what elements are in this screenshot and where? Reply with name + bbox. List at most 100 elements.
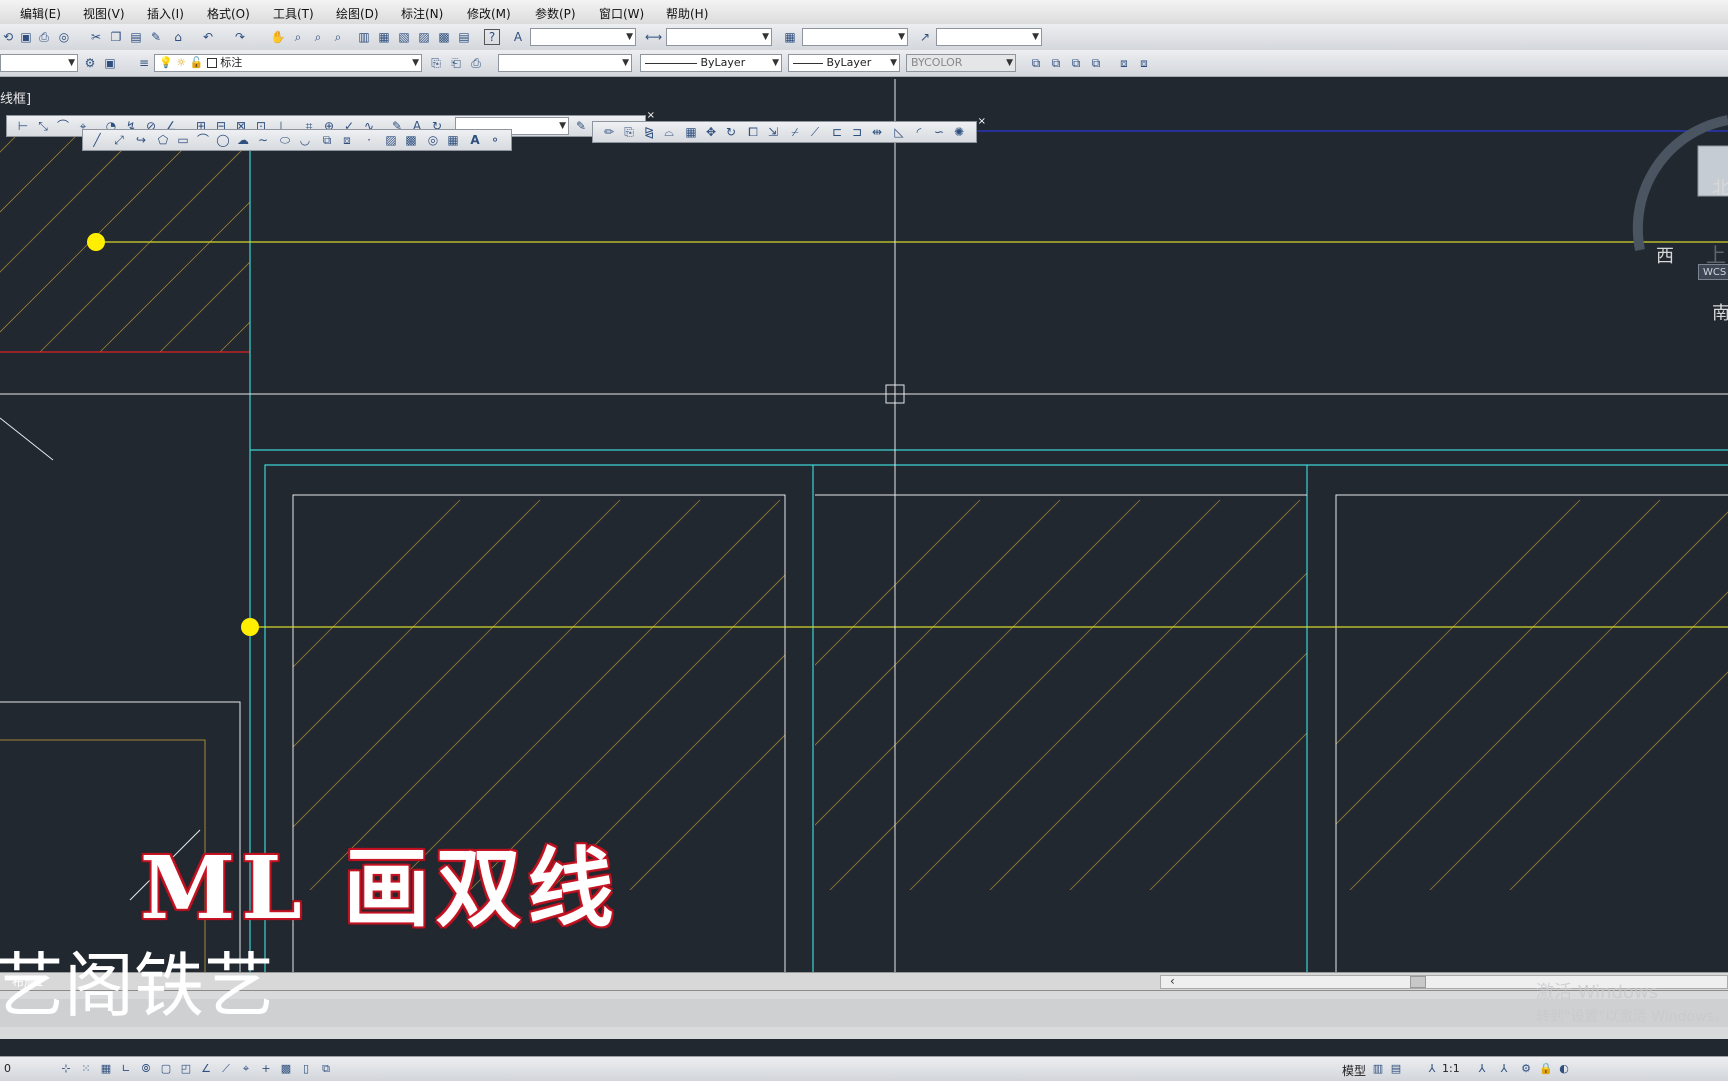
workspace-combo[interactable]: ▼ (0, 54, 78, 72)
region-icon[interactable]: ◎ (425, 132, 441, 148)
rectangle-icon[interactable]: ▭ (175, 132, 191, 148)
menu-tools[interactable]: 工具(T) (273, 5, 314, 22)
scale-icon[interactable]: ⧠ (745, 124, 761, 140)
copy-object-icon[interactable]: ⎘ (621, 124, 637, 140)
print-icon[interactable]: ⎙ (36, 29, 52, 45)
annotation-visibility-icon[interactable]: ⅄ (1474, 1061, 1490, 1077)
sheet-set-icon[interactable]: ▨ (416, 29, 432, 45)
workspace-settings-icon[interactable]: ⚙ (82, 55, 98, 71)
ortho-icon[interactable]: ∟ (118, 1061, 134, 1077)
erase-icon[interactable]: ✏ (601, 124, 617, 140)
text-front-icon[interactable]: ⧈ (1116, 55, 1132, 71)
add-selected-icon[interactable]: ⚬ (487, 132, 503, 148)
ellipse-arc-icon[interactable]: ◡ (297, 132, 313, 148)
zoom-window-icon[interactable]: ⌕ (310, 29, 326, 45)
copy-icon[interactable]: ❐ (108, 29, 124, 45)
cut-icon[interactable]: ✂ (88, 29, 104, 45)
construction-line-icon[interactable]: ⤢ (111, 132, 127, 148)
design-center-icon[interactable]: ▦ (376, 29, 392, 45)
grip-point-top[interactable] (87, 233, 105, 251)
layer-combo[interactable]: 💡 ☼ 🔓 标注 ▼ (154, 54, 422, 72)
aligned-dim-icon[interactable]: ⤡ (35, 118, 51, 134)
undo-icon[interactable]: ↶ (200, 29, 216, 45)
linetype-combo[interactable]: ByLayer ▼ (640, 54, 782, 72)
grip-point-bottom[interactable] (241, 618, 259, 636)
paste-icon[interactable]: ▤ (128, 29, 144, 45)
open-icon[interactable]: ⟲ (0, 29, 16, 45)
save-icon[interactable]: ▣ (18, 29, 34, 45)
arc-length-icon[interactable]: ⌒ (55, 118, 71, 134)
help-icon[interactable]: ? (484, 29, 500, 45)
send-under-icon[interactable]: ⧉ (1088, 55, 1104, 71)
redo-icon[interactable]: ↷ (232, 29, 248, 45)
layer-previous-icon[interactable]: ⎗ (448, 55, 464, 71)
linear-dim-icon[interactable]: ⊢ (15, 118, 31, 134)
trim-icon[interactable]: ⌿ (787, 124, 803, 140)
multileader-style-combo[interactable]: ▼ (936, 28, 1042, 46)
bring-to-front-icon[interactable]: ⧉ (1028, 55, 1044, 71)
polar-icon[interactable]: ⦾ (138, 1061, 154, 1077)
workspace-switch-icon[interactable]: ⚙ (1518, 1061, 1534, 1077)
grid-icon[interactable]: ▦ (98, 1061, 114, 1077)
model-space-button[interactable]: 模型 (1342, 1062, 1366, 1079)
rotate-icon[interactable]: ↻ (723, 124, 739, 140)
infer-constraints-icon[interactable]: ⊹ (58, 1061, 74, 1077)
close-icon[interactable]: × (513, 124, 521, 135)
spline-icon[interactable]: ∼ (255, 132, 271, 148)
polygon-icon[interactable]: ⬠ (155, 132, 171, 148)
tool-palettes-icon[interactable]: ▧ (396, 29, 412, 45)
fillet-icon[interactable]: ◜ (911, 124, 927, 140)
hatch-icon[interactable]: ▨ (383, 132, 399, 148)
break-icon-modify[interactable]: ⊐ (849, 124, 865, 140)
join-icon[interactable]: ⇹ (869, 124, 885, 140)
annotation-scale-icon[interactable]: ⅄ (1424, 1061, 1440, 1077)
polyline-icon[interactable]: ↪ (133, 132, 149, 148)
scroll-left-icon[interactable]: ‹ (1170, 974, 1175, 988)
layer-properties-icon[interactable]: ≡ (136, 55, 152, 71)
block-editor-icon[interactable]: ⌂ (170, 29, 186, 45)
ducs-icon[interactable]: ⟋ (218, 1061, 234, 1077)
make-block-icon[interactable]: ⧈ (339, 132, 355, 148)
layout-quickview-icon[interactable]: ▥ (1370, 1061, 1386, 1077)
viewport-style-label[interactable]: 线框] (0, 88, 31, 107)
lineweight-combo[interactable]: ByLayer ▼ (788, 54, 900, 72)
multiline-text-icon[interactable]: A (467, 132, 483, 148)
ellipse-icon[interactable]: ⬭ (277, 132, 293, 148)
insert-block-icon[interactable]: ⧉ (319, 132, 335, 148)
dim-style-manager-icon[interactable]: ✎ (573, 118, 589, 134)
multileader-style-icon[interactable]: ↗ (917, 29, 933, 45)
make-current-layer-icon[interactable]: ⎘ (428, 55, 444, 71)
text-style-icon[interactable]: A (510, 29, 526, 45)
properties-icon[interactable]: ▥ (356, 29, 372, 45)
toolbar-lock-icon[interactable]: ▣ (102, 55, 118, 71)
menu-insert[interactable]: 插入(I) (147, 5, 184, 22)
pan-icon[interactable]: ✋ (270, 29, 286, 45)
quickcalc-icon[interactable]: ▤ (456, 29, 472, 45)
markup-icon[interactable]: ▩ (436, 29, 452, 45)
hatch-back-icon[interactable]: ⧈ (1136, 55, 1152, 71)
toolbar-lock-status-icon[interactable]: 🔒 (1538, 1061, 1554, 1077)
menu-parametric[interactable]: 参数(P) (535, 5, 576, 22)
selection-cycling-icon[interactable]: ⧉ (318, 1061, 334, 1077)
auto-scale-icon[interactable]: ⅄ (1496, 1061, 1512, 1077)
menu-draw[interactable]: 绘图(D) (336, 5, 379, 22)
layer-states-icon[interactable]: ⎙ (468, 55, 484, 71)
drawing-quickview-icon[interactable]: ▤ (1388, 1061, 1404, 1077)
chamfer-icon[interactable]: ◺ (891, 124, 907, 140)
move-icon[interactable]: ✥ (703, 124, 719, 140)
extend-icon[interactable]: ⟋ (807, 124, 823, 140)
viewcube-west-label[interactable]: 西 (1656, 242, 1674, 268)
send-to-back-icon[interactable]: ⧉ (1048, 55, 1064, 71)
menu-view[interactable]: 视图(V) (83, 5, 125, 22)
offset-icon[interactable]: ⌓ (661, 124, 677, 140)
close-icon[interactable]: × (978, 116, 986, 127)
lineweight-toggle-icon[interactable]: + (258, 1061, 274, 1077)
viewcube-north-label[interactable]: 北 (1712, 174, 1728, 200)
transparency-icon[interactable]: ▩ (278, 1061, 294, 1077)
dyn-input-icon[interactable]: ⌖ (238, 1061, 254, 1077)
blend-icon[interactable]: ∽ (931, 124, 947, 140)
menu-window[interactable]: 窗口(W) (599, 5, 644, 22)
snap-mode-icon[interactable]: ⁙ (78, 1061, 94, 1077)
osnap-icon[interactable]: ▢ (158, 1061, 174, 1077)
menu-edit[interactable]: 编辑(E) (20, 5, 61, 22)
